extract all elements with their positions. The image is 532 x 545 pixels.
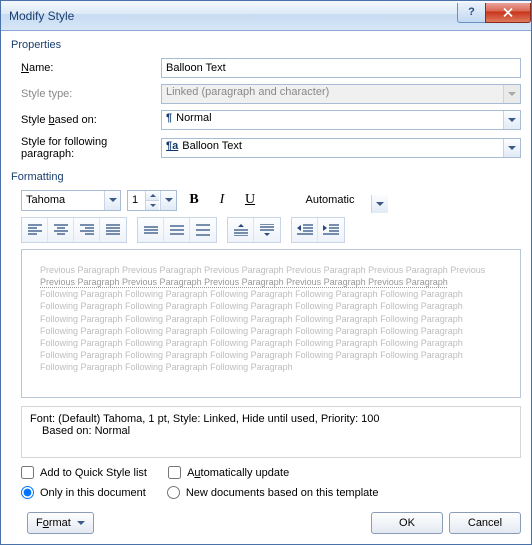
space-before-dec-button[interactable]	[254, 218, 280, 242]
align-left-button[interactable]	[22, 218, 48, 242]
para-space-down-icon	[260, 224, 274, 236]
name-label: Name:	[11, 62, 161, 74]
style-description: Font: (Default) Tahoma, 1 pt, Style: Lin…	[21, 406, 521, 458]
style-preview: Previous Paragraph Previous Paragraph Pr…	[21, 249, 521, 398]
underline-button[interactable]: U	[239, 189, 261, 211]
decrease-indent-button[interactable]	[292, 218, 318, 242]
chevron-down-icon	[77, 521, 85, 525]
line-spacing-1-button[interactable]	[138, 218, 164, 242]
cancel-button[interactable]: Cancel	[449, 512, 521, 534]
following-paragraph-select[interactable]: ¶aBalloon Text	[161, 138, 521, 158]
line-spacing-2-button[interactable]	[190, 218, 216, 242]
chevron-down-icon[interactable]	[371, 195, 388, 213]
format-button[interactable]: Format	[27, 512, 94, 534]
align-center-button[interactable]	[48, 218, 74, 242]
indent-icon	[323, 224, 339, 236]
properties-group-label: Properties	[11, 39, 521, 51]
quick-style-checkbox[interactable]: Add to Quick Style list	[21, 466, 147, 479]
align-left-icon	[28, 224, 42, 236]
chevron-down-icon[interactable]	[503, 111, 520, 129]
increase-indent-button[interactable]	[318, 218, 344, 242]
align-justify-button[interactable]	[100, 218, 126, 242]
close-button[interactable]	[485, 3, 531, 23]
align-justify-icon	[106, 224, 120, 236]
paragraph-icon: ¶	[166, 112, 172, 124]
space-before-inc-button[interactable]	[228, 218, 254, 242]
close-icon	[503, 8, 513, 17]
titlebar: Modify Style ?	[1, 1, 531, 31]
align-right-icon	[80, 224, 94, 236]
spacing-loose-icon	[196, 224, 210, 236]
paragraph-char-icon: ¶a	[166, 140, 178, 152]
chevron-up-icon	[150, 194, 156, 197]
chevron-down-icon	[150, 204, 156, 207]
align-center-icon	[54, 224, 68, 236]
spacing-tight-icon	[144, 224, 158, 236]
chevron-down-icon[interactable]	[160, 191, 176, 210]
para-space-up-icon	[234, 224, 248, 236]
based-on-select[interactable]: ¶Normal	[161, 110, 521, 130]
chevron-down-icon[interactable]	[503, 139, 520, 157]
window-title: Modify Style	[9, 9, 457, 23]
help-button[interactable]: ?	[457, 3, 485, 23]
size-up-button[interactable]	[145, 191, 159, 200]
based-on-label: Style based on:	[11, 114, 161, 126]
name-input[interactable]	[161, 58, 521, 78]
following-paragraph-label: Style for following paragraph:	[11, 136, 161, 160]
chevron-down-icon[interactable]	[104, 191, 120, 210]
chevron-down-icon	[503, 85, 520, 103]
align-right-button[interactable]	[74, 218, 100, 242]
line-spacing-1-5-button[interactable]	[164, 218, 190, 242]
bold-button[interactable]: B	[183, 189, 205, 211]
formatting-group-label: Formatting	[11, 171, 521, 183]
auto-update-checkbox[interactable]: Automatically update	[168, 466, 289, 479]
ok-button[interactable]: OK	[371, 512, 443, 534]
spacing-medium-icon	[170, 224, 184, 236]
modify-style-dialog: Modify Style ? Properties Name: Style ty…	[0, 0, 532, 545]
size-down-button[interactable]	[145, 200, 159, 210]
style-type-select: Linked (paragraph and character)	[161, 84, 521, 104]
only-this-document-radio[interactable]: Only in this document	[21, 486, 146, 499]
italic-button[interactable]: I	[211, 189, 233, 211]
new-documents-radio[interactable]: New documents based on this template	[167, 486, 379, 499]
style-type-label: Style type:	[11, 88, 161, 100]
outdent-icon	[297, 224, 313, 236]
